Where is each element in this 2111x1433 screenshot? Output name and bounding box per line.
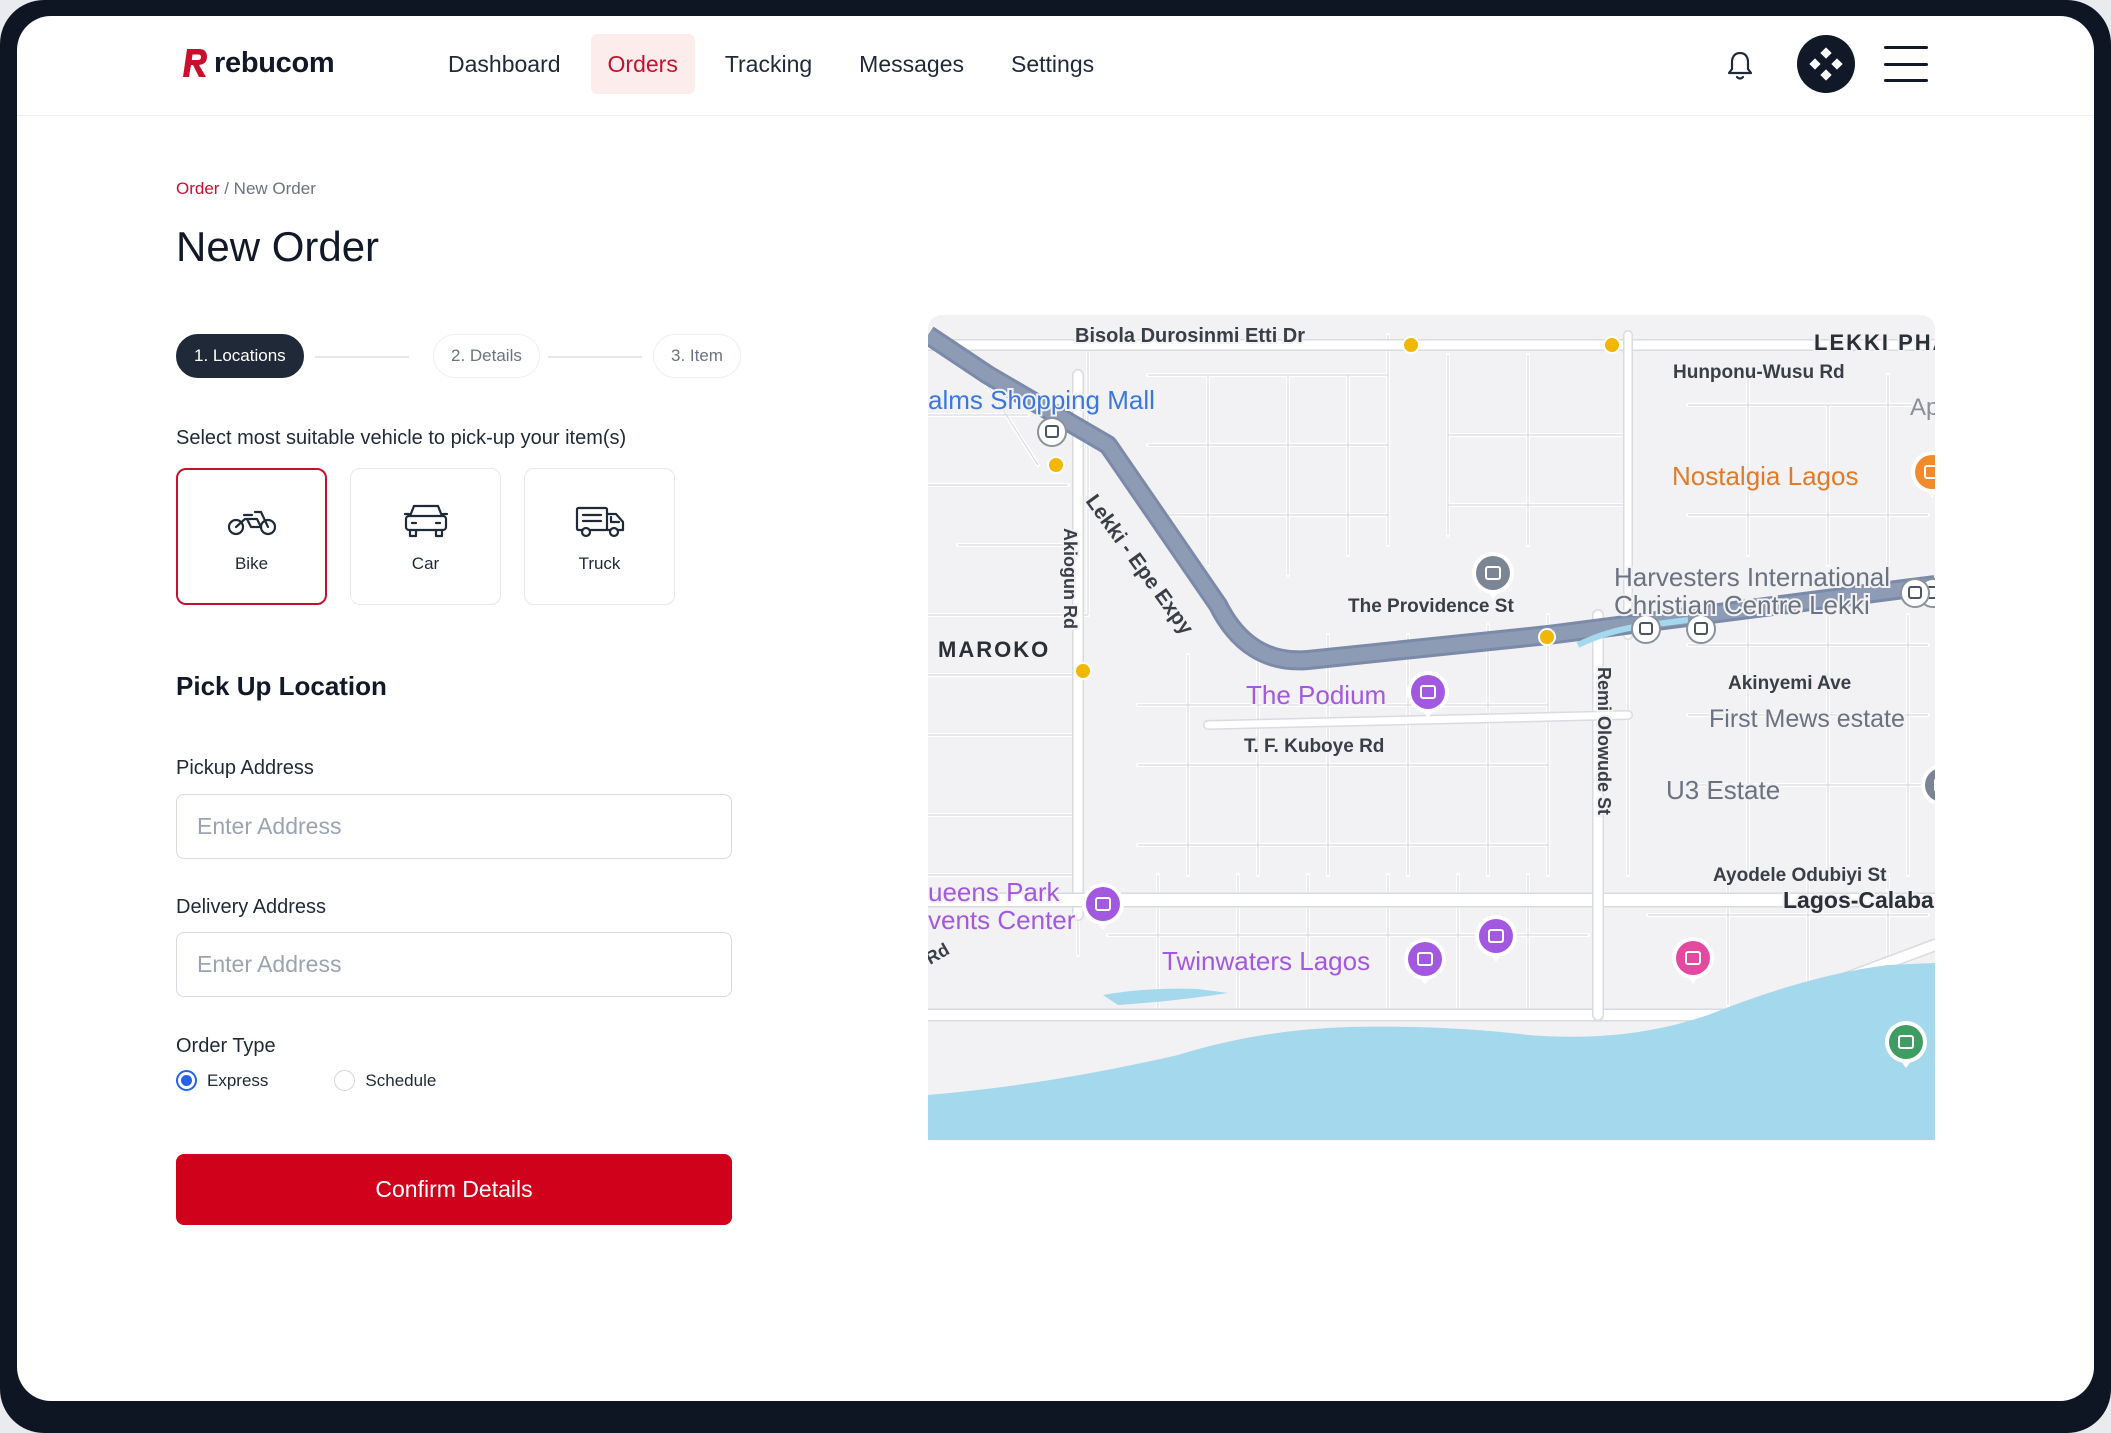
transit-stop-icon bbox=[1402, 336, 1420, 354]
attraction-poi-icon-badge bbox=[1479, 919, 1513, 953]
map-label-harvesters_1: Harvesters International bbox=[1614, 562, 1890, 592]
hotel-poi-icon-badge bbox=[1676, 941, 1710, 975]
step-locations[interactable]: 1. Locations bbox=[176, 334, 304, 378]
vehicle-option-truck[interactable]: Truck bbox=[524, 468, 675, 605]
map-label-hunponu: Hunponu-Wusu Rd bbox=[1673, 362, 1845, 383]
menu-line bbox=[1884, 79, 1928, 82]
vehicle-label-bike: Bike bbox=[234, 553, 269, 573]
nav-item-orders[interactable]: Orders bbox=[590, 34, 695, 94]
bell-icon[interactable] bbox=[1724, 48, 1756, 84]
transit-stop-icon bbox=[1047, 456, 1065, 474]
stepper-connector bbox=[315, 356, 409, 358]
map-label-kuboye: T. F. Kuboye Rd bbox=[1244, 736, 1384, 757]
device-frame: rebucom Dashboard Orders Tracking Messag… bbox=[0, 0, 2111, 1433]
nav-item-tracking[interactable]: Tracking bbox=[708, 34, 829, 94]
map-label-lagos_calabar: Lagos-Calaba bbox=[1783, 887, 1934, 913]
page-title: New Order bbox=[176, 223, 380, 270]
pickup-address-input[interactable] bbox=[176, 794, 732, 859]
delivery-address-input[interactable] bbox=[176, 932, 732, 997]
brand-name: rebucom bbox=[214, 46, 335, 79]
map-canvas[interactable]: Bisola Durosinmi Etti Dr LEKKI PHA Hunponu… bbox=[928, 315, 1935, 1140]
vehicle-option-bike[interactable]: Bike bbox=[176, 468, 327, 605]
map-label-lekki_phase: LEKKI PHA bbox=[1814, 330, 1935, 355]
map-label-palms: alms Shopping Mall bbox=[928, 385, 1155, 415]
express-radio[interactable] bbox=[176, 1070, 197, 1091]
brand-logo[interactable]: rebucom bbox=[182, 46, 335, 80]
stepper-connector bbox=[548, 356, 642, 358]
schedule-radio[interactable] bbox=[334, 1070, 356, 1091]
app-screen: rebucom Dashboard Orders Tracking Messag… bbox=[17, 16, 2094, 1401]
transit-stop-icon bbox=[1074, 662, 1092, 680]
breadcrumb: Order / New Order bbox=[176, 179, 316, 199]
vehicle-label-car: Car bbox=[411, 553, 440, 573]
vehicle-prompt: Select most suitable vehicle to pick-up … bbox=[176, 427, 627, 449]
nav-item-dashboard[interactable]: Dashboard bbox=[431, 34, 578, 94]
vehicle-options: Bike Car Truck bbox=[176, 468, 675, 605]
menu-line bbox=[1884, 62, 1928, 66]
nav-item-messages[interactable]: Messages bbox=[842, 34, 981, 94]
map-label-harvesters_2: Christian Centre Lekki bbox=[1614, 590, 1870, 620]
car-icon bbox=[403, 504, 448, 537]
map-label-twinwaters: Twinwaters Lagos bbox=[1162, 946, 1370, 976]
transit-stop-icon bbox=[1538, 628, 1556, 646]
map-label-first_mews: First Mews estate bbox=[1709, 705, 1905, 733]
express-radio-label: Express bbox=[207, 1070, 269, 1090]
avatar[interactable] bbox=[1797, 35, 1855, 93]
vehicle-option-car[interactable]: Car bbox=[350, 468, 501, 605]
schedule-radio-label: Schedule bbox=[365, 1070, 437, 1090]
order-stepper: 1. Locations 2. Details 3. Item bbox=[176, 334, 741, 380]
map-label-akiogun: Akiogun Rd bbox=[1060, 528, 1080, 629]
map-label-podium: The Podium bbox=[1246, 680, 1386, 710]
bus-stop-icon bbox=[1037, 417, 1067, 447]
map-label-queens_2: vents Center bbox=[928, 905, 1076, 935]
top-navigation-bar: rebucom Dashboard Orders Tracking Messag… bbox=[17, 16, 2094, 116]
order-type-schedule-option[interactable]: Schedule bbox=[334, 1070, 436, 1091]
pickup-section-title: Pick Up Location bbox=[176, 671, 387, 701]
map-label-akinyemi: Akinyemi Ave bbox=[1728, 673, 1851, 694]
map-label-nostalgia: Nostalgia Lagos bbox=[1672, 461, 1858, 491]
nav-item-settings[interactable]: Settings bbox=[994, 34, 1111, 94]
transit-stop-icon bbox=[1603, 336, 1621, 354]
map-label-queens_1: ueens Park bbox=[928, 877, 1061, 907]
queens-park-poi-icon-badge bbox=[1086, 887, 1120, 921]
order-type-radio-group: Express Schedule bbox=[176, 1070, 502, 1091]
order-type-express-option[interactable]: Express bbox=[176, 1070, 268, 1091]
map-label-maroko: MAROKO bbox=[938, 637, 1050, 662]
map-label-bisola: Bisola Durosinmi Etti Dr bbox=[1075, 325, 1305, 347]
map-label-ap: Ap bbox=[1910, 394, 1935, 421]
order-type-label: Order Type bbox=[176, 1035, 276, 1057]
motorcycle-icon bbox=[227, 510, 276, 535]
step-item[interactable]: 3. Item bbox=[653, 334, 741, 378]
breadcrumb-separator: / bbox=[224, 179, 229, 198]
park-poi-icon-badge bbox=[1889, 1025, 1923, 1059]
map-label-remi: Remi Olowude St bbox=[1594, 667, 1614, 815]
map-label-providence: The Providence St bbox=[1348, 596, 1514, 617]
menu-line bbox=[1884, 46, 1928, 49]
pickup-address-label: Pickup Address bbox=[176, 757, 314, 779]
breadcrumb-root-link[interactable]: Order bbox=[176, 179, 219, 198]
twinwaters-poi-icon-badge bbox=[1408, 942, 1442, 976]
step-details[interactable]: 2. Details bbox=[433, 334, 540, 378]
main-nav: Dashboard Orders Tracking Messages Setti… bbox=[431, 34, 1124, 94]
confirm-details-button[interactable]: Confirm Details bbox=[176, 1154, 732, 1225]
map-label-u3: U3 Estate bbox=[1666, 775, 1780, 805]
rebucom-logo-icon bbox=[183, 49, 207, 77]
church-poi-icon-badge bbox=[1476, 556, 1510, 590]
avatar-diamond-icon bbox=[1809, 47, 1843, 81]
breadcrumb-current: New Order bbox=[233, 179, 316, 198]
delivery-address-label: Delivery Address bbox=[176, 896, 327, 918]
vehicle-label-truck: Truck bbox=[578, 553, 621, 573]
podium-poi-icon-badge bbox=[1411, 675, 1445, 709]
hamburger-menu-icon[interactable] bbox=[1884, 46, 1928, 82]
map-label-ayodele: Ayodele Odubiyi St bbox=[1713, 865, 1887, 886]
location-map[interactable]: Bisola Durosinmi Etti Dr LEKKI PHA Hunponu… bbox=[928, 315, 1935, 1140]
bus-stop-icon bbox=[1900, 578, 1930, 608]
truck-icon bbox=[575, 506, 624, 537]
